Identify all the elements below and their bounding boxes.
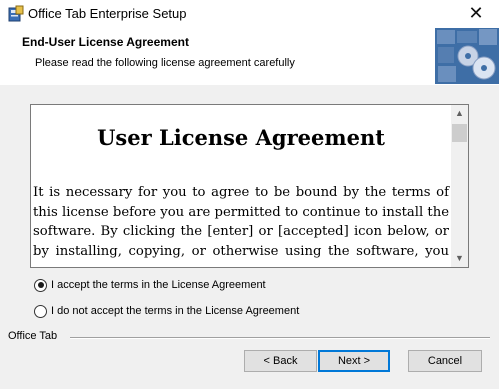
installer-icon bbox=[8, 5, 24, 22]
license-heading: User License Agreement bbox=[97, 125, 385, 150]
footer-divider bbox=[70, 337, 490, 339]
close-button[interactable]: ✕ bbox=[453, 0, 499, 28]
scroll-thumb[interactable] bbox=[452, 124, 467, 142]
header-separator bbox=[0, 84, 499, 85]
window-title: Office Tab Enterprise Setup bbox=[28, 6, 187, 21]
license-body-text: It is necessary for you to agree to be b… bbox=[33, 185, 449, 267]
back-button[interactable]: < Back bbox=[244, 350, 317, 372]
footer-group-label: Office Tab bbox=[8, 330, 58, 342]
decline-radio[interactable] bbox=[34, 304, 47, 318]
title-bar: Office Tab Enterprise Setup ✕ bbox=[0, 0, 499, 28]
accept-option[interactable]: I accept the terms in the License Agreem… bbox=[34, 277, 266, 293]
cancel-button[interactable]: Cancel bbox=[408, 350, 482, 372]
header-subtitle: Please read the following license agreem… bbox=[35, 57, 295, 69]
wizard-header: End-User License Agreement Please read t… bbox=[0, 28, 499, 85]
accept-radio[interactable] bbox=[34, 278, 47, 292]
vertical-scrollbar[interactable]: ▲ ▼ bbox=[451, 105, 468, 267]
next-button[interactable]: Next > bbox=[318, 350, 390, 372]
accept-label: I accept the terms in the License Agreem… bbox=[51, 279, 266, 291]
scroll-down-icon[interactable]: ▼ bbox=[451, 250, 468, 267]
scroll-up-icon[interactable]: ▲ bbox=[451, 105, 468, 122]
cd-discs-banner-icon bbox=[435, 28, 499, 84]
decline-label: I do not accept the terms in the License… bbox=[51, 305, 300, 317]
header-title: End-User License Agreement bbox=[22, 35, 189, 49]
decline-option[interactable]: I do not accept the terms in the License… bbox=[34, 303, 299, 319]
close-icon: ✕ bbox=[468, 3, 484, 23]
license-text-box[interactable]: User License Agreement It is necessary f… bbox=[30, 104, 469, 268]
